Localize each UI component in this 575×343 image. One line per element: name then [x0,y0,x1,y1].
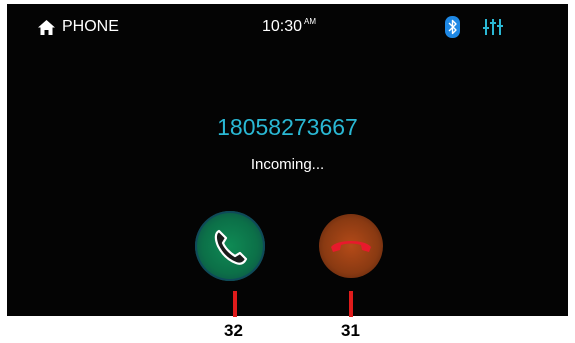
equalizer-sliders-icon[interactable] [483,17,503,37]
home-icon [38,19,55,35]
call-status: Incoming... [250,156,325,173]
home-label: PHONE [62,18,119,35]
callout-label-32: 32 [224,321,243,340]
status-bar: PHONE 10:30 AM [7,4,568,48]
caller-number: 18058273667 [217,114,358,140]
clock: 10:30 AM [262,17,317,36]
bluetooth-icon [445,16,460,38]
home-button[interactable]: PHONE [37,17,119,37]
clock-ampm: AM [304,17,317,26]
reject-call-button[interactable] [319,214,383,278]
phone-answer-icon [214,229,248,265]
callout-label-31: 31 [341,321,360,340]
answer-call-button[interactable] [195,211,265,281]
phone-hangup-icon [331,241,371,252]
callout-line-31 [349,291,353,317]
clock-time: 10:30 [262,18,303,35]
phone-screen: PHONE 10:30 AM 18058273667 Incoming... [7,4,568,316]
callout-line-32 [233,291,237,317]
